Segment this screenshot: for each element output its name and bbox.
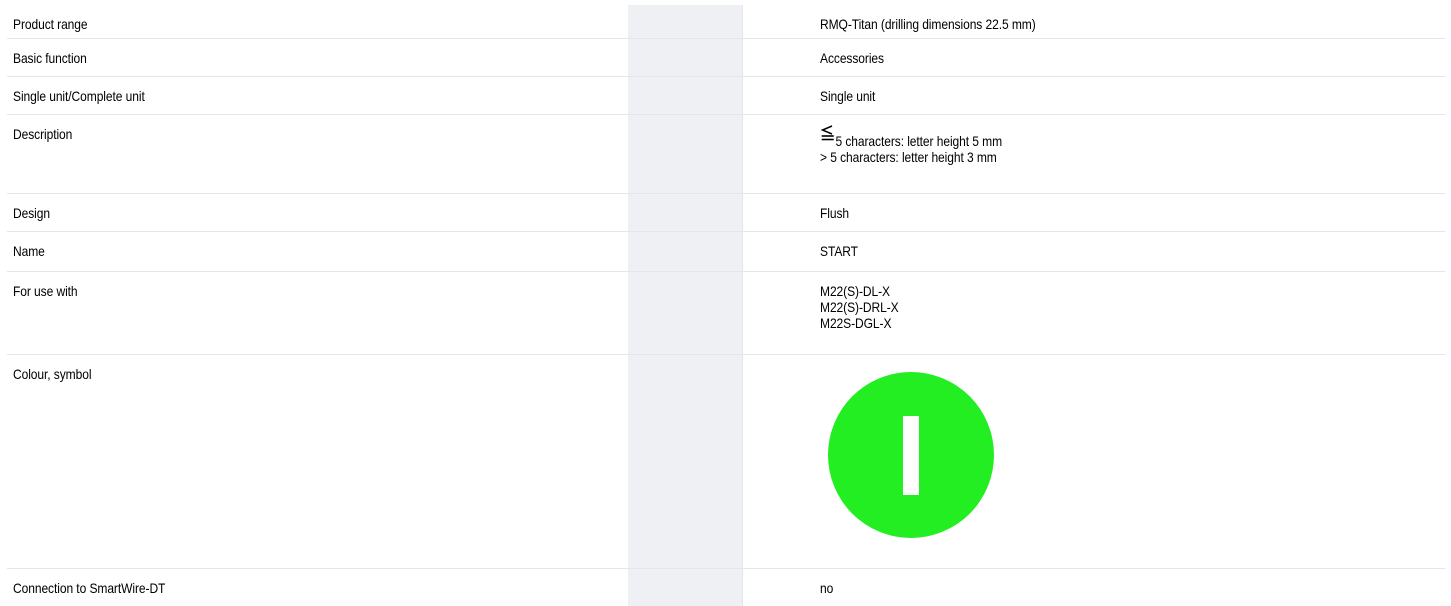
spec-row-colour-symbol: Colour, symbol xyxy=(7,355,1445,569)
spec-value: START xyxy=(820,243,858,259)
spec-label: Product range xyxy=(13,16,88,32)
spec-row-design: Design Flush xyxy=(7,194,1445,232)
spec-value: Accessories xyxy=(820,50,884,66)
spec-label: Colour, symbol xyxy=(13,366,92,382)
description-line-1: 5 characters: letter height 5 mm xyxy=(835,133,1003,149)
spec-value: Flush xyxy=(820,205,850,221)
spec-value: RMQ-Titan (drilling dimensions 22.5 mm) xyxy=(820,16,1036,32)
compatible-device: M22(S)-DL-X xyxy=(820,283,890,299)
green-start-i-symbol-icon xyxy=(826,370,996,543)
spec-row-name: Name START xyxy=(7,232,1445,272)
product-spec-table: Product range RMQ-Titan (drilling dimens… xyxy=(7,5,1445,606)
spec-row-description: Description 5 characters: letter height … xyxy=(7,115,1445,194)
spec-label: Design xyxy=(13,205,50,221)
spec-label: Name xyxy=(13,243,45,259)
spec-row-product-range: Product range RMQ-Titan (drilling dimens… xyxy=(7,5,1445,39)
compatible-device: M22S-DGL-X xyxy=(820,315,892,331)
spec-label: Description xyxy=(13,126,73,142)
spec-label: For use with xyxy=(13,283,78,299)
spec-label: Single unit/Complete unit xyxy=(13,88,145,104)
spec-row-single-unit: Single unit/Complete unit Single unit xyxy=(7,77,1445,115)
spec-value: Single unit xyxy=(820,88,876,104)
spec-row-basic-function: Basic function Accessories xyxy=(7,39,1445,77)
spec-row-smartwire: Connection to SmartWire-DT no xyxy=(7,569,1445,606)
spec-label: Basic function xyxy=(13,50,87,66)
description-line-2: > 5 characters: letter height 3 mm xyxy=(820,149,997,165)
less-than-or-equal-icon xyxy=(820,125,835,141)
spec-value: no xyxy=(820,580,834,596)
spec-label: Connection to SmartWire-DT xyxy=(13,580,166,596)
spec-row-for-use-with: For use with M22(S)-DL-X M22(S)-DRL-X M2… xyxy=(7,272,1445,355)
compatible-device: M22(S)-DRL-X xyxy=(820,299,899,315)
spec-value: 5 characters: letter height 5 mm > 5 cha… xyxy=(820,125,1002,165)
spec-value: M22(S)-DL-X M22(S)-DRL-X M22S-DGL-X xyxy=(820,283,899,331)
